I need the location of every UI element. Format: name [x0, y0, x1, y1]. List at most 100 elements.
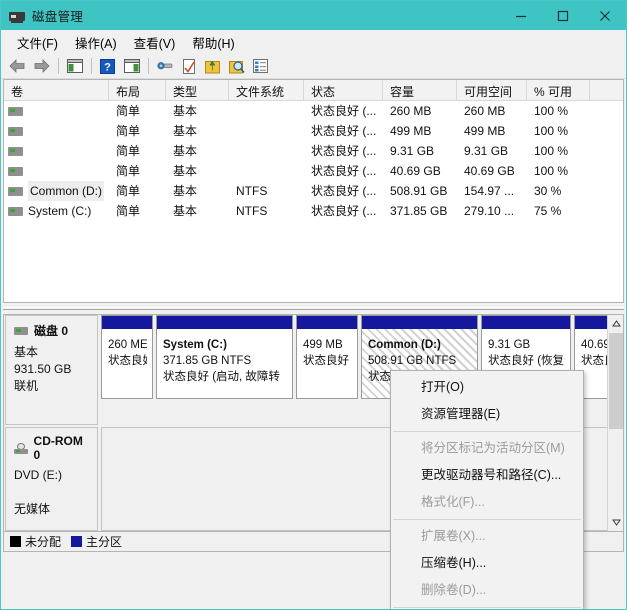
cell-volume: Common (D:)	[4, 181, 109, 201]
back-icon[interactable]	[6, 56, 29, 77]
column-header-filesystem[interactable]: 文件系统	[229, 80, 304, 101]
cell-layout: 简单	[116, 164, 141, 178]
column-header-type[interactable]: 类型	[166, 80, 229, 101]
window-title: 磁盘管理	[32, 10, 84, 24]
pane-splitter[interactable]	[3, 304, 624, 313]
table-row[interactable]: 简单 基本 状态良好 (... 40.69 GB 40.69 GB 100 %	[4, 161, 623, 181]
cell-type: 基本	[173, 184, 198, 198]
cell-filesystem	[229, 101, 304, 121]
legend-primary-partition: 主分区	[71, 533, 122, 550]
partition-status: 状态良好 (恢复分区)	[488, 355, 565, 367]
maximize-button[interactable]	[542, 1, 584, 30]
disk-title: CD-ROM 0	[14, 434, 91, 462]
column-header-volume[interactable]: 卷	[4, 80, 109, 101]
disk-title: 磁盘 0	[14, 322, 91, 339]
partition-size: 508.91 GB NTFS	[368, 355, 457, 367]
cell-filesystem	[229, 161, 304, 181]
context-menu-separator	[393, 607, 581, 608]
cell-volume	[4, 101, 109, 121]
forward-icon[interactable]	[30, 56, 53, 77]
refresh-icon[interactable]	[177, 56, 200, 77]
close-button[interactable]	[584, 1, 626, 30]
cell-capacity: 9.31 GB	[390, 144, 435, 158]
table-row[interactable]: 简单 基本 状态良好 (... 9.31 GB 9.31 GB 100 %	[4, 141, 623, 161]
cell-layout: 简单	[116, 204, 141, 218]
disk-icon	[14, 326, 28, 335]
table-row[interactable]: System (C:) 简单 基本 NTFS 状态良好 (... 371.85 …	[4, 201, 623, 221]
ctx-explore[interactable]: 资源管理器(E)	[391, 401, 583, 428]
svg-text:?: ?	[104, 61, 111, 73]
cell-layout: 简单	[116, 144, 141, 158]
disk-info-0[interactable]: 磁盘 0 基本 931.50 GB 联机	[5, 315, 98, 425]
partition-size: 499 MB	[303, 339, 343, 351]
ctx-shrink-volume[interactable]: 压缩卷(H)...	[391, 550, 583, 577]
partition-size: 9.31 GB	[488, 339, 531, 351]
volume-icon	[8, 126, 23, 136]
partition-size: 260 ME	[108, 339, 147, 351]
table-row[interactable]: 简单 基本 状态良好 (... 499 MB 499 MB 100 %	[4, 121, 623, 141]
column-header-free-space[interactable]: 可用空间	[457, 80, 527, 101]
partition-cap	[102, 316, 152, 329]
menu-file[interactable]: 文件(F)	[9, 30, 67, 55]
cell-volume	[4, 141, 109, 161]
cell-type: 基本	[173, 204, 198, 218]
list-view-icon[interactable]	[249, 56, 272, 77]
show-hide-console-tree-icon[interactable]	[63, 56, 86, 77]
cell-percent-free: 100 %	[534, 164, 569, 178]
cdrom-status: 无媒体	[14, 502, 51, 516]
properties-icon[interactable]	[153, 56, 176, 77]
cell-percent-free: 30 %	[534, 184, 562, 198]
disk-info-1[interactable]: CD-ROM 0 DVD (E:) 无媒体	[5, 427, 98, 531]
partition-title: Common (D:)	[368, 339, 441, 351]
cell-free-space: 279.10 ...	[464, 204, 515, 218]
partition-block[interactable]: System (C:) 371.85 GB NTFS 状态良好 (启动, 故障转	[156, 315, 293, 399]
column-header-percent-free[interactable]: % 可用	[527, 80, 590, 101]
partition-block[interactable]: 260 ME 状态良好	[101, 315, 153, 399]
partition-context-menu: 打开(O) 资源管理器(E) 将分区标记为活动分区(M) 更改驱动器号和路径(C…	[390, 370, 584, 609]
cell-percent-free: 100 %	[534, 124, 569, 138]
help-icon[interactable]: ?	[96, 56, 119, 77]
disk-management-icon	[9, 8, 25, 24]
graphical-pane-scrollbar[interactable]	[607, 315, 623, 531]
scroll-up-arrow[interactable]	[608, 315, 623, 332]
column-header-layout[interactable]: 布局	[109, 80, 166, 101]
cell-capacity: 499 MB	[390, 124, 432, 138]
table-row[interactable]: 简单 基本 状态良好 (... 260 MB 260 MB 100 %	[4, 101, 623, 121]
volume-icon	[8, 166, 23, 176]
cell-volume: System (C:)	[4, 201, 109, 221]
menu-action[interactable]: 操作(A)	[67, 30, 126, 55]
partition-status: 状态良好	[303, 355, 349, 367]
scrollbar-thumb[interactable]	[609, 333, 623, 429]
column-header-status[interactable]: 状态	[304, 80, 383, 101]
cell-type: 基本	[173, 164, 198, 178]
menu-view[interactable]: 查看(V)	[126, 30, 185, 55]
partition-cap	[297, 316, 357, 329]
disk-status: 联机	[14, 379, 39, 393]
volume-table-body: 简单 基本 状态良好 (... 260 MB 260 MB 100 % 简单 基…	[4, 101, 623, 221]
ctx-open[interactable]: 打开(O)	[391, 374, 583, 401]
column-header-capacity[interactable]: 容量	[383, 80, 457, 101]
cell-capacity: 508.91 GB	[390, 184, 448, 198]
cell-type: 基本	[173, 144, 198, 158]
cdrom-blank-line	[14, 484, 91, 501]
search-icon[interactable]	[225, 56, 248, 77]
cell-filesystem	[229, 121, 304, 141]
cell-status: 状态良好 (...	[311, 184, 377, 198]
scroll-down-arrow[interactable]	[608, 514, 623, 531]
minimize-button[interactable]	[500, 1, 542, 30]
show-hide-action-pane-icon[interactable]	[120, 56, 143, 77]
cell-layout: 简单	[116, 124, 141, 138]
partition-status: 状态良好	[108, 355, 147, 367]
partition-cap	[482, 316, 570, 329]
partition-block[interactable]: 499 MB 状态良好	[296, 315, 358, 399]
legend-unallocated: 未分配	[10, 533, 61, 550]
menu-help[interactable]: 帮助(H)	[184, 30, 243, 55]
partition-cap	[362, 316, 477, 329]
cell-percent-free: 75 %	[534, 204, 562, 218]
rescan-disks-icon[interactable]	[201, 56, 224, 77]
ctx-change-drive-letter[interactable]: 更改驱动器号和路径(C)...	[391, 462, 583, 489]
cell-status: 状态良好 (...	[311, 144, 377, 158]
cell-status: 状态良好 (...	[311, 164, 377, 178]
table-row[interactable]: Common (D:) 简单 基本 NTFS 状态良好 (... 508.91 …	[4, 181, 623, 201]
column-header-blank[interactable]	[590, 80, 623, 101]
